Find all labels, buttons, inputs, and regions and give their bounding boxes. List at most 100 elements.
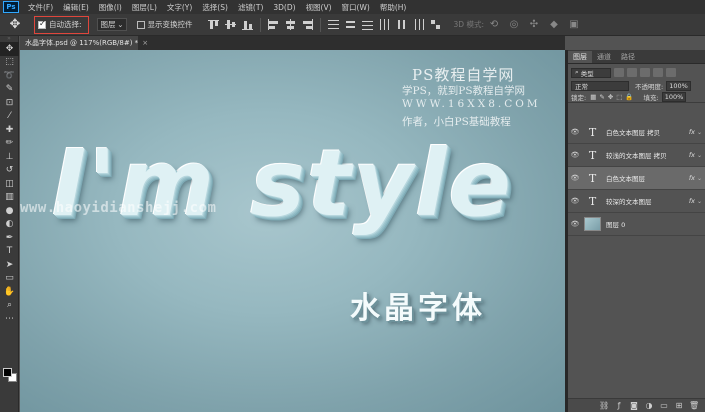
- filter-type-icon[interactable]: [640, 68, 650, 77]
- layer-name[interactable]: 白色文本图层 拷贝: [606, 127, 689, 137]
- tab-paths[interactable]: 路径: [616, 51, 640, 63]
- layer-row[interactable]: 👁 T 较浅的文本图层 拷贝 fx ⌄: [568, 144, 705, 167]
- healing-brush-tool-icon[interactable]: ✚: [0, 123, 19, 137]
- layer-name[interactable]: 较浅的文本图层 拷贝: [606, 150, 689, 160]
- layer-row[interactable]: 👁 图层 0: [568, 213, 705, 236]
- hand-tool-icon[interactable]: ✋: [0, 285, 19, 299]
- auto-select-target-dropdown[interactable]: 图层 ⌄: [96, 18, 127, 31]
- gradient-tool-icon[interactable]: ▥: [0, 191, 19, 205]
- close-icon[interactable]: ×: [142, 39, 148, 47]
- chevron-down-icon[interactable]: ⌄: [697, 198, 705, 205]
- align-top-icon[interactable]: [207, 18, 220, 31]
- fx-icon[interactable]: fx: [689, 174, 695, 182]
- link-layers-icon[interactable]: ⛓: [599, 401, 609, 411]
- type-tool-icon[interactable]: T: [0, 245, 19, 259]
- document-canvas[interactable]: PS教程自学网 学PS，就到PS教程自学网 WWW.16XX8.COM 作者，小…: [20, 50, 565, 412]
- path-select-tool-icon[interactable]: ➤: [0, 258, 19, 272]
- lock-all-icon[interactable]: 🔒: [625, 93, 633, 101]
- opacity-input[interactable]: 100%: [666, 80, 691, 91]
- menu-filter[interactable]: 滤镜(T): [233, 2, 268, 13]
- chevron-down-icon[interactable]: ⌄: [697, 175, 705, 182]
- shape-tool-icon[interactable]: ▭: [0, 272, 19, 286]
- auto-align-icon[interactable]: [429, 18, 442, 31]
- layer-row[interactable]: 👁 T 白色文本图层 拷贝 fx ⌄: [568, 121, 705, 144]
- menu-window[interactable]: 窗口(W): [337, 2, 375, 13]
- dodge-tool-icon[interactable]: ◐: [0, 218, 19, 232]
- document-tab[interactable]: 水晶字体.psd @ 117%(RGB/8#) * ×: [20, 36, 148, 50]
- visibility-eye-icon[interactable]: 👁: [568, 197, 582, 205]
- new-group-icon[interactable]: ▭: [659, 401, 669, 411]
- layer-name[interactable]: 较深的文本图层: [606, 196, 689, 206]
- menu-select[interactable]: 选择(S): [197, 2, 233, 13]
- filter-adjust-icon[interactable]: [627, 68, 637, 77]
- 3d-rotate-icon[interactable]: ⟲: [488, 19, 500, 31]
- distribute-bottom-icon[interactable]: [361, 18, 374, 31]
- new-layer-icon[interactable]: ⊞: [674, 401, 684, 411]
- history-brush-tool-icon[interactable]: ↺: [0, 164, 19, 178]
- show-transform-checkbox[interactable]: [136, 20, 145, 29]
- align-right-icon[interactable]: [301, 18, 314, 31]
- quick-select-tool-icon[interactable]: ✎: [0, 83, 19, 97]
- chevron-down-icon[interactable]: ⌄: [697, 129, 705, 136]
- layer-row[interactable]: 👁 T 较深的文本图层 fx ⌄: [568, 190, 705, 213]
- menu-help[interactable]: 帮助(H): [375, 2, 412, 13]
- eyedropper-tool-icon[interactable]: ⁄: [0, 110, 19, 124]
- distribute-vcenter-icon[interactable]: [344, 18, 357, 31]
- move-tool-icon[interactable]: ✥: [4, 16, 26, 34]
- more-tools-icon[interactable]: ⋯: [0, 312, 19, 326]
- visibility-eye-icon[interactable]: 👁: [568, 151, 582, 159]
- move-tool-icon[interactable]: ✥: [0, 42, 19, 56]
- menu-view[interactable]: 视图(V): [301, 2, 337, 13]
- add-style-icon[interactable]: ƒ: [614, 401, 624, 411]
- color-swatches[interactable]: [3, 368, 17, 382]
- layer-row-selected[interactable]: 👁 T 白色文本图层 fx ⌄: [568, 167, 705, 190]
- foreground-color-swatch[interactable]: [3, 368, 12, 377]
- fill-input[interactable]: 100%: [661, 92, 687, 102]
- lock-artboard-icon[interactable]: ⬚: [616, 93, 622, 101]
- filter-smart-icon[interactable]: [666, 68, 676, 77]
- menu-file[interactable]: 文件(F): [23, 2, 58, 13]
- align-hcenter-icon[interactable]: [284, 18, 297, 31]
- auto-select-checkbox[interactable]: [38, 19, 46, 29]
- lock-transparency-icon[interactable]: ▦: [590, 93, 596, 101]
- tab-channels[interactable]: 通道: [592, 51, 616, 63]
- distribute-left-icon[interactable]: [378, 18, 391, 31]
- chevron-down-icon[interactable]: ⌄: [697, 152, 705, 159]
- menu-edit[interactable]: 编辑(E): [58, 2, 94, 13]
- layer-name[interactable]: 图层 0: [606, 219, 705, 229]
- eraser-tool-icon[interactable]: ◫: [0, 177, 19, 191]
- distribute-right-icon[interactable]: [412, 18, 425, 31]
- menu-3d[interactable]: 3D(D): [268, 3, 300, 12]
- 3d-slide-icon[interactable]: ◆: [548, 19, 560, 31]
- adjustment-layer-icon[interactable]: ◑: [644, 401, 654, 411]
- tab-layers[interactable]: 图层: [568, 51, 592, 63]
- visibility-eye-icon[interactable]: 👁: [568, 174, 582, 182]
- 3d-scale-icon[interactable]: ▣: [568, 19, 580, 31]
- brush-tool-icon[interactable]: ✏: [0, 137, 19, 151]
- add-mask-icon[interactable]: ◙: [629, 401, 639, 411]
- filter-shape-icon[interactable]: [653, 68, 663, 77]
- trash-icon[interactable]: 🗑: [689, 401, 699, 411]
- clone-stamp-tool-icon[interactable]: ⊥: [0, 150, 19, 164]
- align-left-icon[interactable]: [267, 18, 280, 31]
- crop-tool-icon[interactable]: ⊡: [0, 96, 19, 110]
- zoom-tool-icon[interactable]: ⌕: [0, 299, 19, 313]
- layer-filter-dropdown[interactable]: ⌕ 类型: [571, 67, 611, 78]
- filter-pixel-icon[interactable]: [614, 68, 624, 77]
- distribute-top-icon[interactable]: [327, 18, 340, 31]
- blend-mode-dropdown[interactable]: 正常: [571, 80, 629, 91]
- marquee-tool-icon[interactable]: ⬚: [0, 56, 19, 70]
- align-bottom-icon[interactable]: [241, 18, 254, 31]
- visibility-eye-icon[interactable]: 👁: [568, 220, 582, 228]
- distribute-hcenter-icon[interactable]: [395, 18, 408, 31]
- lasso-tool-icon[interactable]: ➰: [0, 69, 19, 83]
- menu-layer[interactable]: 图层(L): [127, 2, 162, 13]
- pen-tool-icon[interactable]: ✒: [0, 231, 19, 245]
- menu-type[interactable]: 文字(Y): [162, 2, 197, 13]
- align-vcenter-icon[interactable]: [224, 18, 237, 31]
- visibility-eye-icon[interactable]: 👁: [568, 128, 582, 136]
- blur-tool-icon[interactable]: ●: [0, 204, 19, 218]
- layer-name[interactable]: 白色文本图层: [606, 173, 689, 183]
- 3d-roll-icon[interactable]: ◎: [508, 19, 520, 31]
- menu-image[interactable]: 图像(I): [94, 2, 127, 13]
